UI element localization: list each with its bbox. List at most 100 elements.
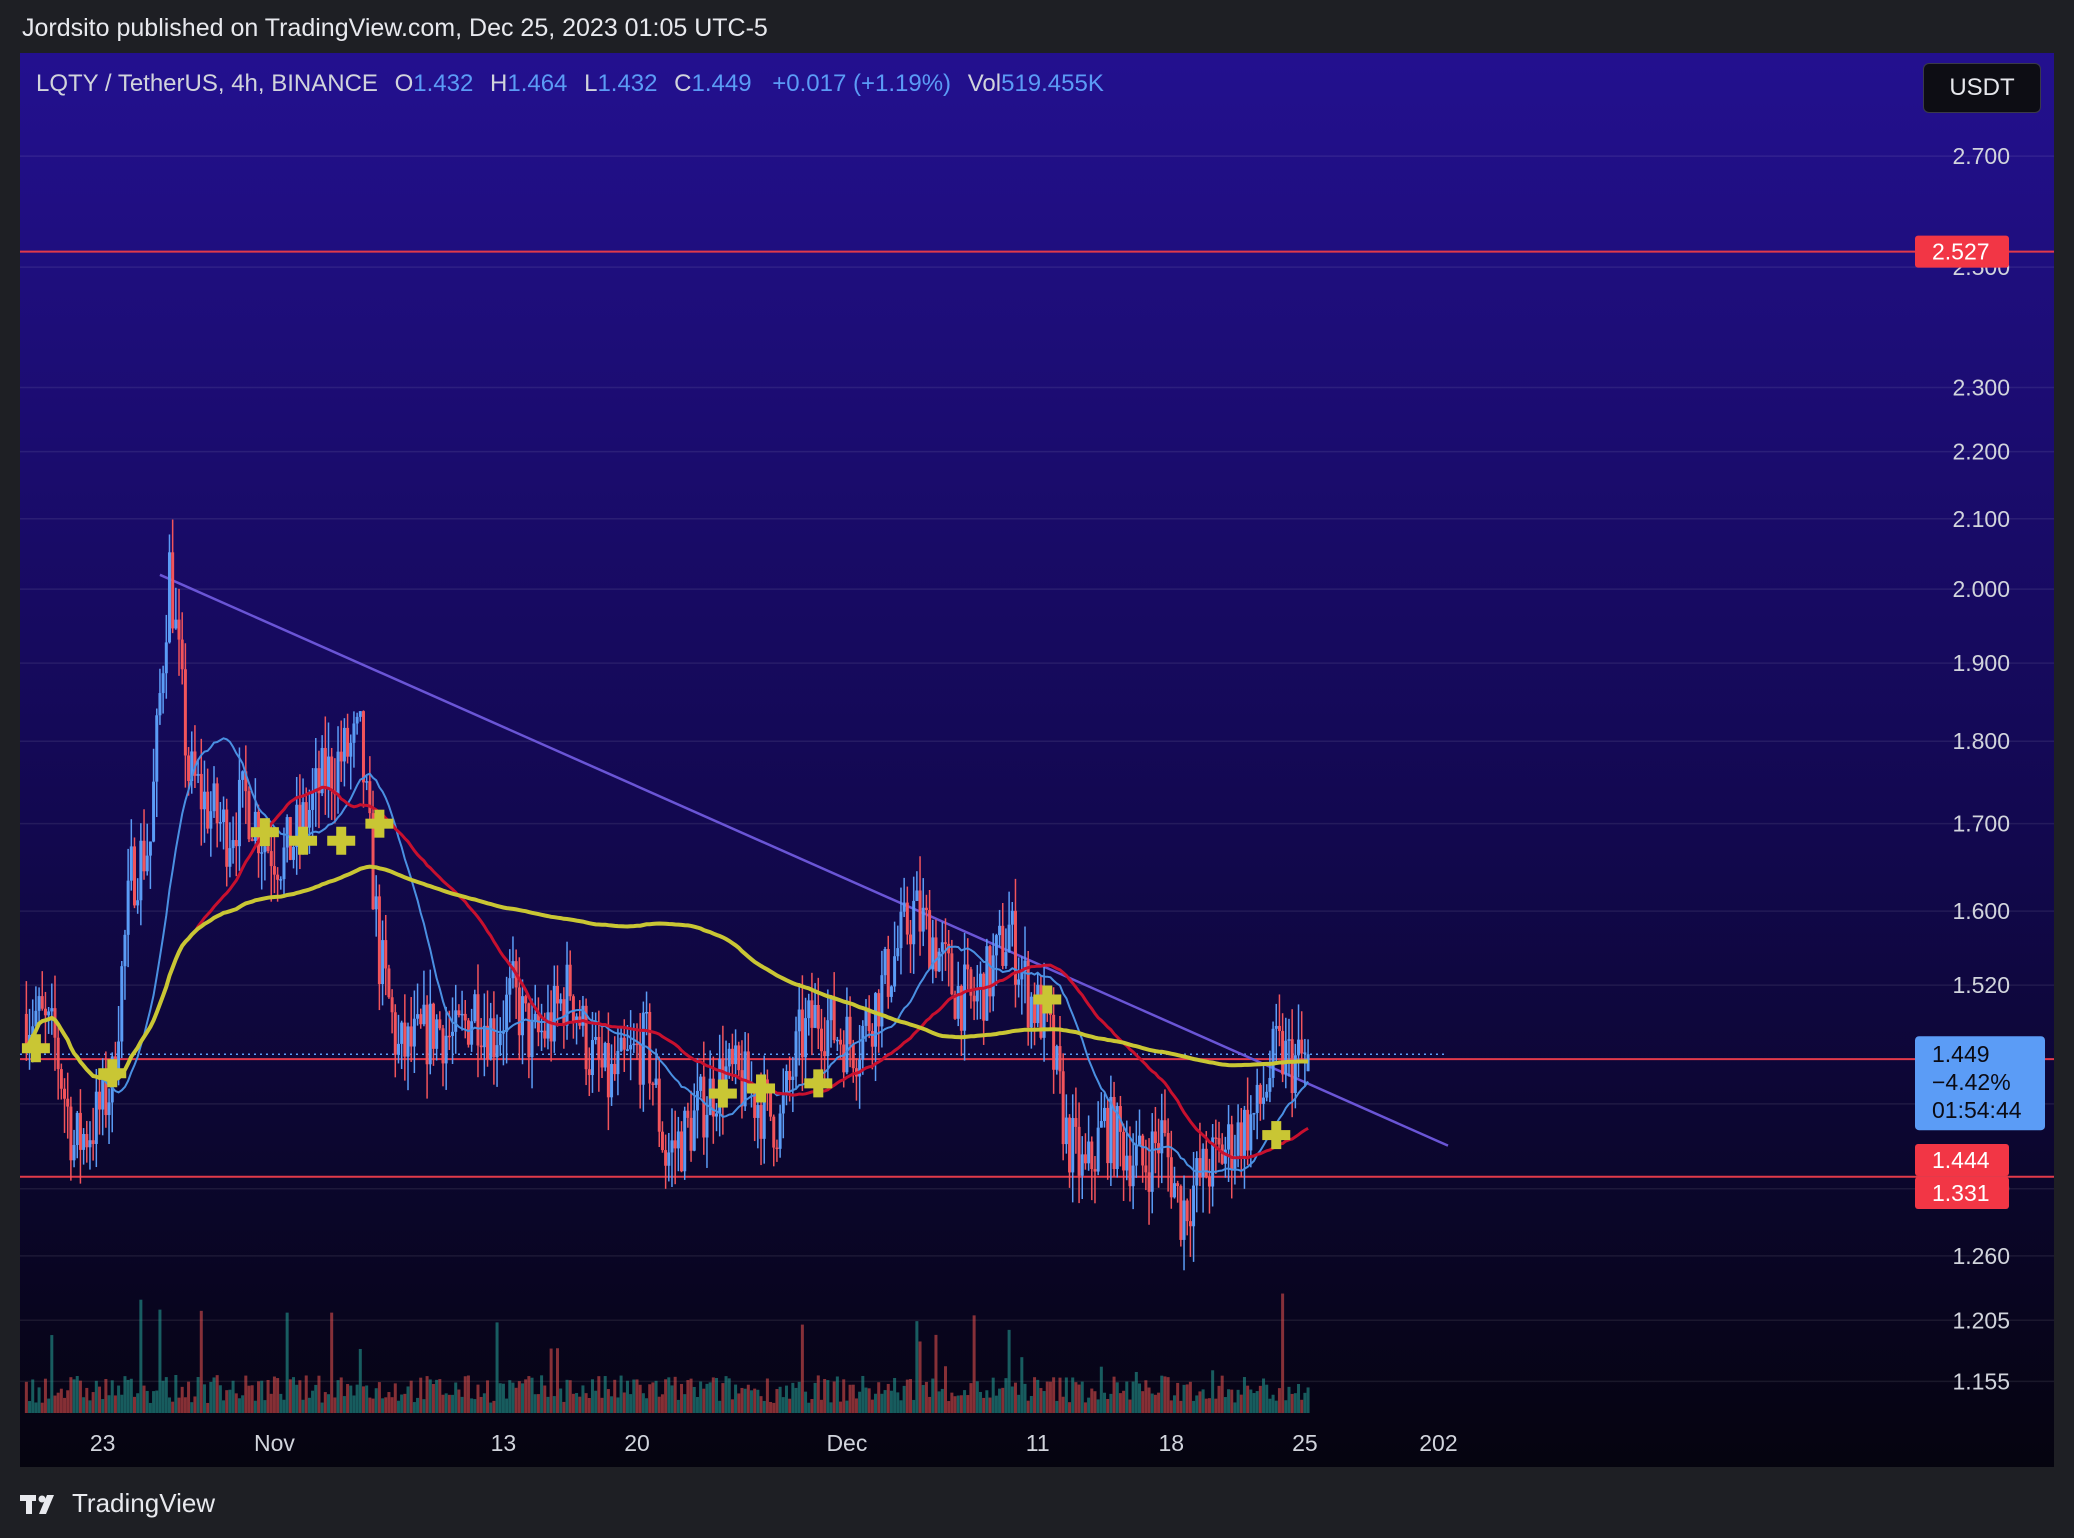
volume-bar xyxy=(403,1393,407,1413)
volume-bar xyxy=(231,1380,235,1413)
candle-body xyxy=(651,1083,655,1085)
chart-frame[interactable]: 2.7002.5002.3002.2002.1002.0001.9001.800… xyxy=(20,53,2054,1467)
candle-body xyxy=(132,846,136,906)
volume-bar xyxy=(590,1379,594,1413)
candle-body xyxy=(851,1044,855,1069)
price-tick-label: 2.000 xyxy=(1952,576,2010,602)
volume-bar xyxy=(829,1402,833,1413)
volume-bar xyxy=(1141,1391,1145,1413)
volume-bar xyxy=(1128,1399,1132,1413)
volume-bar xyxy=(314,1384,318,1413)
volume-bar xyxy=(1125,1381,1129,1413)
signal-marker xyxy=(756,1074,767,1103)
volume-bar xyxy=(886,1383,890,1413)
volume-bar xyxy=(311,1390,315,1413)
volume-bar xyxy=(132,1396,136,1413)
candle-body xyxy=(56,1037,60,1070)
candle-body xyxy=(148,841,152,856)
volume-bar xyxy=(861,1375,865,1413)
candle-body xyxy=(377,896,381,985)
candle-body xyxy=(880,975,884,1027)
candle-body xyxy=(937,951,941,972)
volume-bar xyxy=(279,1393,283,1413)
candle-body xyxy=(425,1004,429,1065)
volume-bar xyxy=(924,1381,928,1413)
volume-bar xyxy=(253,1400,257,1413)
candle-body xyxy=(524,996,528,1004)
candle-body xyxy=(915,890,919,901)
candle-body xyxy=(228,848,232,867)
volume-bar xyxy=(295,1384,299,1413)
candle-body xyxy=(508,978,512,995)
candle-body xyxy=(75,1112,79,1146)
candle-body xyxy=(988,946,992,997)
candle-body xyxy=(730,1048,734,1065)
volume-bar xyxy=(349,1385,353,1413)
volume-bar xyxy=(257,1381,261,1413)
badge-text: 01:54:44 xyxy=(1932,1097,2022,1123)
candle-body xyxy=(877,993,881,1027)
open-value: 1.432 xyxy=(413,70,474,97)
volume-bar xyxy=(451,1394,455,1413)
candle-body xyxy=(390,997,394,1013)
candle-body xyxy=(260,852,264,854)
volume-bar xyxy=(880,1393,884,1413)
volume-bar xyxy=(1074,1382,1078,1413)
volume-bar xyxy=(839,1401,843,1413)
candle-body xyxy=(928,910,932,970)
volume-bar xyxy=(877,1382,881,1413)
price-tick-label: 2.300 xyxy=(1952,374,2010,400)
volume-bar xyxy=(110,1380,114,1413)
volume-bar xyxy=(1134,1371,1138,1413)
volume-bar xyxy=(225,1390,229,1413)
candle-body xyxy=(1055,1046,1059,1070)
tradingview-logo[interactable]: TradingView xyxy=(20,1488,215,1519)
volume-bar xyxy=(482,1393,486,1413)
volume-bar xyxy=(1271,1394,1275,1413)
candle-body xyxy=(565,964,569,1026)
volume-bar xyxy=(832,1381,836,1413)
candle-body xyxy=(406,1026,410,1057)
candle-body xyxy=(47,1011,51,1016)
volume-bar xyxy=(193,1396,197,1413)
volume-bar xyxy=(724,1376,728,1413)
volume-bar xyxy=(28,1401,32,1413)
volume-bar xyxy=(1284,1400,1288,1413)
candle-body xyxy=(1176,1183,1180,1187)
candle-body xyxy=(1010,910,1014,925)
volume-bar xyxy=(72,1379,76,1413)
candle-body xyxy=(1204,1148,1208,1177)
volume-bar xyxy=(912,1399,916,1413)
volume-bar xyxy=(1157,1392,1161,1413)
currency-button[interactable]: USDT xyxy=(1923,63,2041,113)
candle-body xyxy=(126,880,130,935)
volume-bar xyxy=(438,1379,442,1413)
volume-bar xyxy=(753,1388,757,1413)
volume-bar xyxy=(142,1385,146,1413)
candle-body xyxy=(555,985,559,1004)
candle-body xyxy=(412,1018,416,1047)
volume-bar xyxy=(202,1384,206,1413)
volume-bar xyxy=(1252,1393,1256,1413)
volume-bar xyxy=(1106,1398,1110,1413)
volume-bar xyxy=(1058,1377,1062,1413)
volume-bar xyxy=(466,1375,470,1413)
candle-body xyxy=(1052,1014,1056,1070)
volume-bar xyxy=(1265,1384,1269,1413)
candle-body xyxy=(247,791,251,840)
candle-body xyxy=(956,985,960,1019)
price-chart[interactable]: 2.7002.5002.3002.2002.1002.0001.9001.800… xyxy=(20,53,2054,1467)
candle-body xyxy=(705,1114,709,1138)
candle-body xyxy=(1077,1126,1081,1176)
candle-body xyxy=(428,1003,432,1065)
badge-text: 1.444 xyxy=(1932,1147,1990,1173)
candle-body xyxy=(896,948,900,957)
volume-bar xyxy=(470,1398,474,1413)
candle-body xyxy=(1217,1138,1221,1145)
volume-bar xyxy=(409,1380,413,1413)
candle-body xyxy=(263,846,267,853)
candle-body xyxy=(403,1022,407,1057)
volume-bar xyxy=(1211,1370,1215,1413)
volume-bar xyxy=(37,1387,41,1413)
volume-bar xyxy=(867,1388,871,1413)
